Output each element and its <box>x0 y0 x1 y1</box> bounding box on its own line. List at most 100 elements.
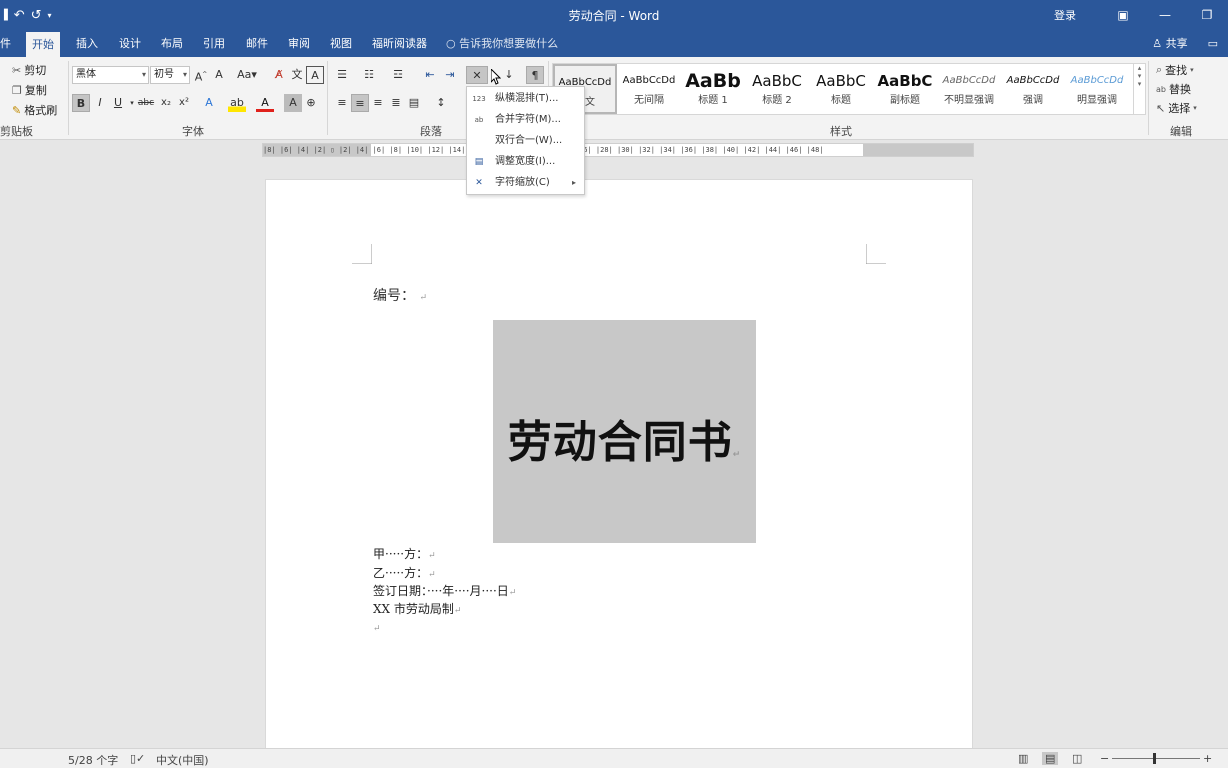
change-case-button[interactable]: Aa▾ <box>234 66 260 84</box>
tell-me-search[interactable]: ○ 告诉我你想要做什么 <box>446 30 558 57</box>
distributed-icon[interactable]: ▤ <box>405 94 423 112</box>
font-color-icon[interactable]: A <box>256 94 274 112</box>
zoom-in-button[interactable]: + <box>1203 752 1212 765</box>
multilevel-list-icon[interactable]: ☲ <box>389 66 407 84</box>
group-separator <box>1148 61 1149 135</box>
language-indicator[interactable]: 中文(中国) <box>156 752 209 768</box>
select-button[interactable]: ↖ 选择 ▾ <box>1156 100 1197 116</box>
tab-file[interactable]: 件 <box>0 30 17 57</box>
crop-mark-top-left <box>352 244 372 264</box>
chevron-down-icon: ▾ <box>141 70 146 79</box>
read-mode-icon[interactable]: ▥ <box>1018 752 1028 765</box>
style-subtitle[interactable]: AaBbC 副标题 <box>873 64 937 114</box>
clear-formatting-icon[interactable]: A̸ <box>270 66 288 84</box>
word-count[interactable]: 5/28 个字 <box>68 752 118 768</box>
menu-item-combine-characters[interactable]: ab 合并字符(M)... <box>467 110 584 130</box>
chevron-down-icon: ▾ <box>1193 104 1197 112</box>
format-painter-button[interactable]: ✎ 格式刷 <box>12 102 57 118</box>
tab-view[interactable]: 视图 <box>324 30 358 57</box>
align-center-icon[interactable]: ≡ <box>351 94 369 112</box>
web-layout-icon[interactable]: ◫ <box>1072 752 1082 765</box>
highlight-icon[interactable]: ab <box>228 94 246 112</box>
login-link[interactable]: 登录 <box>1054 7 1076 23</box>
find-button[interactable]: ⌕ 查找 ▾ <box>1156 62 1194 78</box>
replace-button[interactable]: ab 替换 <box>1156 81 1191 97</box>
comments-icon[interactable]: ▭ <box>1208 30 1218 57</box>
minimize-icon[interactable]: — <box>1144 8 1186 22</box>
italic-button[interactable]: I <box>91 94 109 112</box>
submenu-arrow-icon: ▸ <box>571 178 576 187</box>
increase-indent-icon[interactable]: ⇥ <box>441 66 459 84</box>
ribbon-display-icon[interactable]: ▣ <box>1102 8 1144 22</box>
gallery-scroll[interactable]: ▴ ▾ ▾ <box>1133 64 1145 114</box>
tab-references[interactable]: 引用 <box>197 30 231 57</box>
style-intense-emphasis[interactable]: AaBbCcDd 明显强调 <box>1065 64 1129 114</box>
paragraph-mark: ↵ <box>453 606 462 616</box>
cut-button[interactable]: ✂ 剪切 <box>12 62 46 78</box>
font-group-label: 字体 <box>182 125 204 138</box>
menu-item-horizontal-in-vertical[interactable]: 123 纵横混排(T)... <box>467 89 584 109</box>
zoom-slider-thumb[interactable] <box>1153 753 1156 764</box>
share-button[interactable]: ♙ 共享 <box>1152 30 1187 57</box>
asian-layout-icon[interactable]: ✕ <box>466 66 488 84</box>
contract-number-label: 编号： ↵ <box>373 288 427 304</box>
menu-item-fit-text[interactable]: ▤ 调整宽度(I)... <box>467 152 584 172</box>
font-size-combo[interactable]: 初号 ▾ <box>150 66 190 84</box>
maximize-icon[interactable]: ❐ <box>1186 8 1228 22</box>
tab-home[interactable]: 开始 <box>26 32 60 57</box>
decrease-indent-icon[interactable]: ⇤ <box>421 66 439 84</box>
menu-item-character-scaling[interactable]: ✕ 字符缩放(C) ▸ <box>467 173 584 193</box>
styles-gallery: AaBbCcDd 正文 AaBbCcDd 无间隔 AaBb 标题 1 AaBbC… <box>552 63 1146 115</box>
character-shading-icon[interactable]: A <box>284 94 302 112</box>
style-title[interactable]: AaBbC 标题 <box>809 64 873 114</box>
document-page[interactable]: 编号： ↵ 劳动合同书↵ 甲·····方：↵ 乙·····方：↵ 签订日期：··… <box>265 179 973 749</box>
bold-button[interactable]: B <box>72 94 90 112</box>
cover-title: 劳动合同书↵ <box>507 417 742 468</box>
align-right-icon[interactable]: ≡ <box>369 94 387 112</box>
subscript-button[interactable]: x₂ <box>157 94 175 112</box>
crop-mark-top-right <box>866 244 886 264</box>
horizontal-ruler[interactable]: |8| |6| |4| |2| ▯ |2| |4| |6| |8| |10| |… <box>262 143 974 157</box>
superscript-button[interactable]: x² <box>175 94 193 112</box>
grow-font-icon[interactable]: A^ <box>192 66 210 84</box>
align-left-icon[interactable]: ≡ <box>333 94 351 112</box>
paragraph-group-label: 段落 <box>420 125 442 138</box>
show-marks-icon[interactable]: ¶ <box>526 66 544 84</box>
style-emphasis[interactable]: AaBbCcDd 强调 <box>1001 64 1065 114</box>
combine-characters-icon: ab <box>474 116 484 124</box>
menu-item-two-lines-in-one[interactable]: 双行合一(W)... <box>467 131 584 151</box>
paragraph-mark: ↵ <box>732 450 742 460</box>
paragraph-mark: ↵ <box>508 588 517 598</box>
tab-review[interactable]: 审阅 <box>282 30 316 57</box>
tab-design[interactable]: 设计 <box>113 30 147 57</box>
proofing-icon[interactable]: ▯✓ <box>130 752 145 765</box>
zoom-out-button[interactable]: − <box>1100 752 1109 765</box>
phonetic-guide-icon[interactable]: 文 <box>288 66 306 84</box>
tab-layout[interactable]: 布局 <box>155 30 189 57</box>
sort-icon[interactable]: ↓ <box>500 66 518 84</box>
character-border-icon[interactable]: A <box>306 66 324 84</box>
strikethrough-button[interactable]: abc <box>137 94 155 112</box>
tab-foxit-reader[interactable]: 福昕阅读器 <box>366 30 433 57</box>
text-effects-icon[interactable]: A <box>200 94 218 112</box>
paragraph-mark: ↵ <box>428 551 436 561</box>
style-heading-1[interactable]: AaBb 标题 1 <box>681 64 745 114</box>
line-spacing-icon[interactable]: ↕ <box>432 94 450 112</box>
copy-button[interactable]: ❐ 复制 <box>12 82 47 98</box>
tab-insert[interactable]: 插入 <box>70 30 104 57</box>
bullets-icon[interactable]: ☰ <box>333 66 351 84</box>
print-layout-icon[interactable]: ▤ <box>1042 752 1059 765</box>
tab-mailings[interactable]: 邮件 <box>240 30 274 57</box>
zoom-slider[interactable] <box>1112 758 1200 759</box>
shrink-font-icon[interactable]: A <box>210 66 228 84</box>
paragraph-mark: ↵ <box>428 570 436 580</box>
font-name-combo[interactable]: 黑体 ▾ <box>72 66 149 84</box>
enclose-characters-icon[interactable]: ⊕ <box>302 94 320 112</box>
justify-icon[interactable]: ≣ <box>387 94 405 112</box>
numbering-icon[interactable]: ☷ <box>360 66 378 84</box>
cover-title-box[interactable]: 劳动合同书↵ <box>493 320 756 543</box>
style-subtle-emphasis[interactable]: AaBbCcDd 不明显强调 <box>937 64 1001 114</box>
style-no-spacing[interactable]: AaBbCcDd 无间隔 <box>617 64 681 114</box>
style-heading-2[interactable]: AaBbC 标题 2 <box>745 64 809 114</box>
copy-icon: ❐ <box>12 83 22 97</box>
